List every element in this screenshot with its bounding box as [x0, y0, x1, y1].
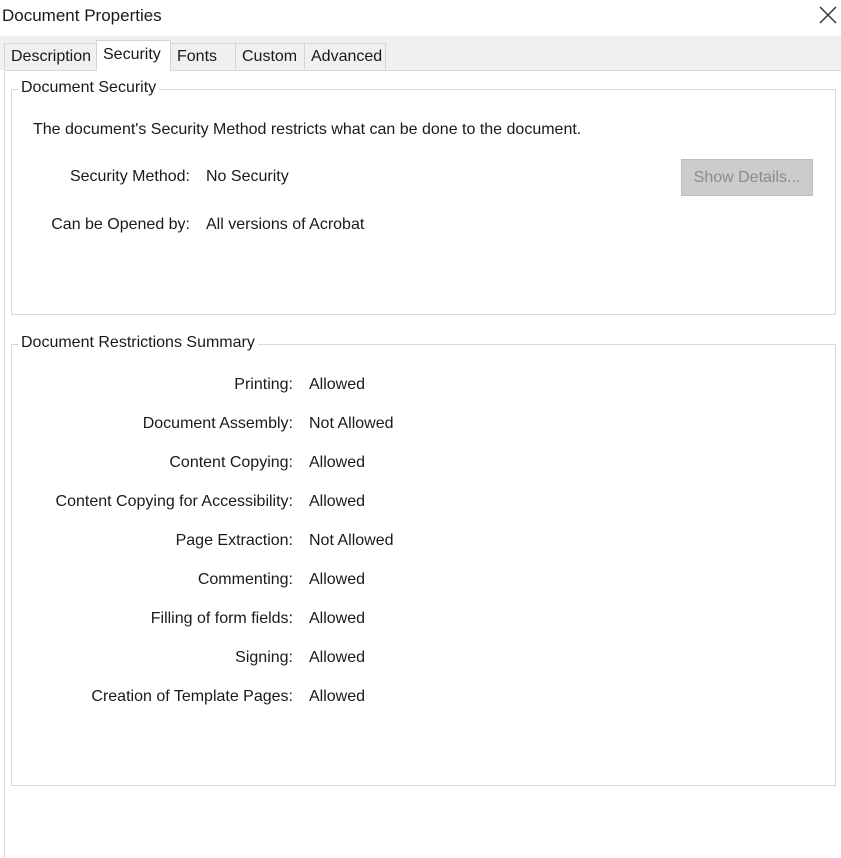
restriction-value: Allowed: [309, 493, 366, 510]
security-tab-panel: Document Security The document's Securit…: [4, 70, 841, 858]
tab-description-label: Description: [11, 48, 92, 65]
document-security-title: Document Security: [18, 79, 160, 97]
restriction-value: Allowed: [309, 454, 366, 471]
security-method-label: Security Method:: [69, 168, 190, 185]
tab-advanced-label: Advanced: [311, 48, 383, 65]
close-icon[interactable]: [817, 4, 839, 26]
tab-security[interactable]: Security: [96, 40, 171, 71]
restriction-value: Allowed: [309, 571, 366, 588]
restriction-label: Printing:: [234, 376, 293, 393]
restriction-label: Commenting:: [197, 571, 293, 588]
opened-by-label: Can be Opened by:: [51, 216, 190, 233]
tab-strip: Description Security Fonts Custom Advanc…: [0, 36, 841, 71]
restriction-value: Allowed: [309, 688, 366, 705]
restriction-label: Filling of form fields:: [150, 610, 293, 627]
security-description: The document's Security Method restricts…: [33, 121, 582, 138]
document-security-group: Document Security The document's Securit…: [11, 79, 836, 315]
tab-fonts-label: Fonts: [177, 48, 218, 65]
restriction-label: Document Assembly:: [142, 415, 293, 432]
tab-fonts[interactable]: Fonts: [170, 43, 236, 69]
tab-advanced[interactable]: Advanced: [304, 43, 386, 69]
restriction-label: Creation of Template Pages:: [91, 688, 293, 705]
security-method-value: No Security: [206, 168, 289, 185]
document-properties-dialog: Document Properties Description Security…: [0, 0, 841, 858]
restriction-value: Allowed: [309, 376, 366, 393]
tab-custom-label: Custom: [242, 48, 298, 65]
restriction-value: Not Allowed: [309, 532, 394, 549]
restrictions-summary-group: Document Restrictions Summary Printing: …: [11, 334, 836, 786]
opened-by-value: All versions of Acrobat: [206, 216, 365, 233]
restriction-label: Page Extraction:: [175, 532, 293, 549]
title-bar: Document Properties: [0, 0, 841, 36]
tab-description[interactable]: Description: [4, 43, 97, 69]
show-details-button[interactable]: Show Details...: [681, 159, 813, 196]
restriction-label: Content Copying for Accessibility:: [55, 493, 293, 510]
restriction-value: Allowed: [309, 610, 366, 627]
tab-custom[interactable]: Custom: [235, 43, 305, 69]
restriction-value: Allowed: [309, 649, 366, 666]
restriction-label: Content Copying:: [169, 454, 293, 471]
tab-security-label: Security: [103, 46, 161, 63]
restriction-value: Not Allowed: [309, 415, 394, 432]
restriction-label: Signing:: [235, 649, 293, 666]
dialog-title: Document Properties: [2, 6, 162, 25]
restrictions-summary-title: Document Restrictions Summary: [18, 334, 258, 352]
